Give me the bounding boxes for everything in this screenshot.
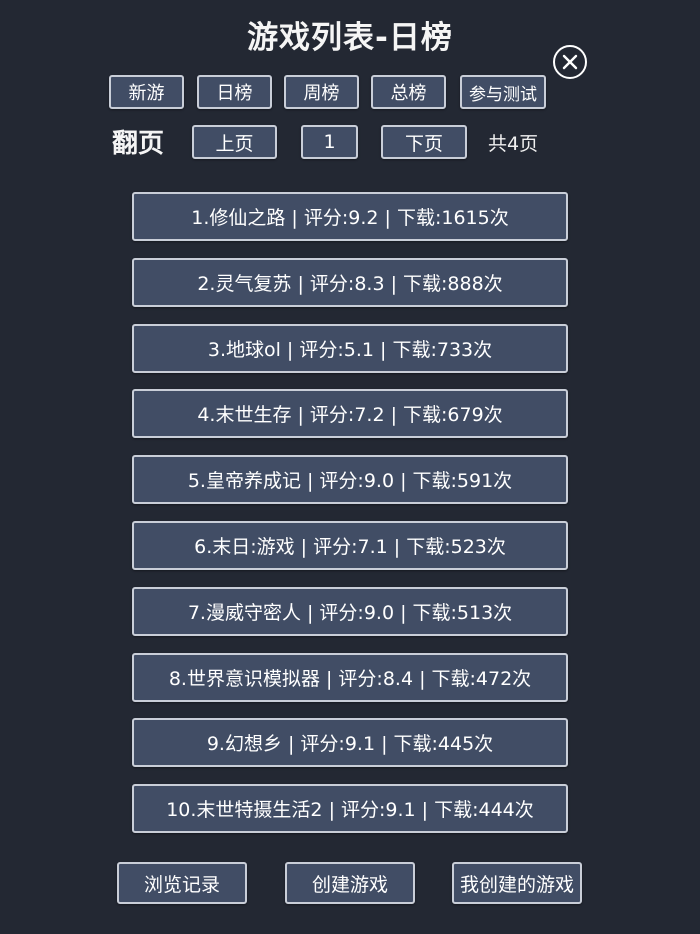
browse-history-button[interactable]: 浏览记录: [117, 862, 247, 904]
pagination-label: 翻页: [112, 129, 165, 159]
game-list-item[interactable]: 3.地球ol | 评分:5.1 | 下载:733次: [132, 323, 568, 373]
create-game-button[interactable]: 创建游戏: [285, 862, 415, 904]
game-list-item[interactable]: 6.末日:游戏 | 评分:7.1 | 下载:523次: [132, 520, 568, 570]
my-created-games-button[interactable]: 我创建的游戏: [452, 862, 582, 904]
close-button[interactable]: [553, 45, 587, 79]
game-list-item[interactable]: 10.末世特摄生活2 | 评分:9.1 | 下载:444次: [132, 784, 568, 834]
game-list-item[interactable]: 7.漫威守密人 | 评分:9.0 | 下载:513次: [132, 586, 568, 636]
game-list-item[interactable]: 9.幻想乡 | 评分:9.1 | 下载:445次: [132, 718, 568, 768]
tab-total-ranking[interactable]: 总榜: [371, 75, 446, 109]
game-list-item[interactable]: 2.灵气复苏 | 评分:8.3 | 下载:888次: [132, 257, 568, 307]
game-list-item[interactable]: 5.皇帝养成记 | 评分:9.0 | 下载:591次: [132, 455, 568, 505]
tab-join-testing[interactable]: 参与测试: [460, 75, 546, 109]
page-title: 游戏列表-日榜: [247, 20, 453, 56]
game-list-item[interactable]: 8.世界意识模拟器 | 评分:8.4 | 下载:472次: [132, 652, 568, 702]
prev-page-button[interactable]: 上页: [192, 125, 277, 159]
page-number-field[interactable]: 1: [301, 125, 358, 159]
tab-weekly-ranking[interactable]: 周榜: [284, 75, 359, 109]
page-total-text: 共4页: [488, 133, 539, 155]
next-page-button[interactable]: 下页: [381, 125, 467, 159]
close-icon: [561, 53, 579, 71]
game-list: 1.修仙之路 | 评分:9.2 | 下载:1615次 2.灵气复苏 | 评分:8…: [132, 192, 568, 850]
tab-new-games[interactable]: 新游: [109, 75, 184, 109]
game-list-item[interactable]: 1.修仙之路 | 评分:9.2 | 下载:1615次: [132, 192, 568, 241]
game-list-item[interactable]: 4.末世生存 | 评分:7.2 | 下载:679次: [132, 389, 568, 439]
tab-daily-ranking[interactable]: 日榜: [197, 75, 272, 109]
